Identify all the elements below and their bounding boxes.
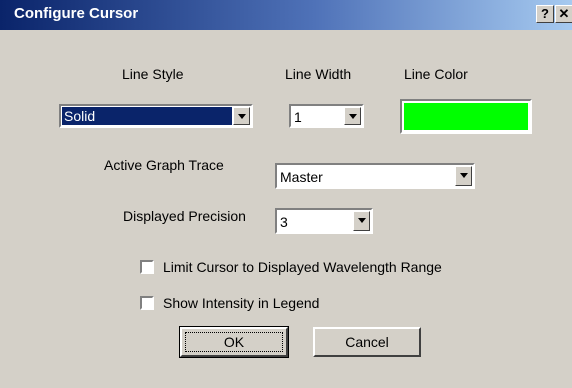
- precision-select[interactable]: 3: [275, 208, 373, 234]
- cancel-button[interactable]: Cancel: [313, 327, 421, 357]
- ok-button[interactable]: OK: [179, 326, 289, 358]
- active-trace-value: Master: [280, 169, 323, 185]
- show-intensity-label[interactable]: Show Intensity in Legend: [163, 295, 319, 311]
- active-trace-select[interactable]: Master: [275, 163, 475, 189]
- line-style-value: Solid: [62, 107, 232, 125]
- line-style-label: Line Style: [122, 66, 184, 82]
- line-color-label: Line Color: [404, 66, 468, 82]
- configure-cursor-dialog: Configure Cursor ? ✕ Line Style Line Wid…: [0, 0, 572, 388]
- title-bar[interactable]: Configure Cursor ? ✕: [0, 0, 572, 30]
- close-button[interactable]: ✕: [555, 5, 572, 23]
- active-trace-dropdown-icon[interactable]: [455, 166, 472, 186]
- help-button[interactable]: ?: [536, 5, 554, 23]
- line-color-fill: [404, 103, 528, 130]
- line-width-dropdown-icon[interactable]: [344, 107, 361, 125]
- limit-cursor-label[interactable]: Limit Cursor to Displayed Wavelength Ran…: [163, 259, 442, 275]
- show-intensity-checkbox[interactable]: [140, 296, 154, 310]
- line-style-dropdown-icon[interactable]: [233, 107, 250, 125]
- precision-label: Displayed Precision: [123, 208, 246, 224]
- line-width-label: Line Width: [285, 66, 352, 82]
- line-width-value: 1: [294, 109, 302, 125]
- line-width-select[interactable]: 1: [289, 104, 364, 128]
- ok-focus-rect: [185, 332, 283, 352]
- line-style-select[interactable]: Solid: [59, 104, 253, 128]
- precision-value: 3: [280, 214, 288, 230]
- precision-dropdown-icon[interactable]: [353, 211, 370, 231]
- window-title: Configure Cursor: [14, 5, 139, 22]
- line-color-swatch[interactable]: [400, 99, 532, 134]
- active-trace-label: Active Graph Trace: [104, 157, 224, 173]
- cancel-button-label: Cancel: [345, 334, 389, 350]
- limit-cursor-checkbox[interactable]: [140, 260, 154, 274]
